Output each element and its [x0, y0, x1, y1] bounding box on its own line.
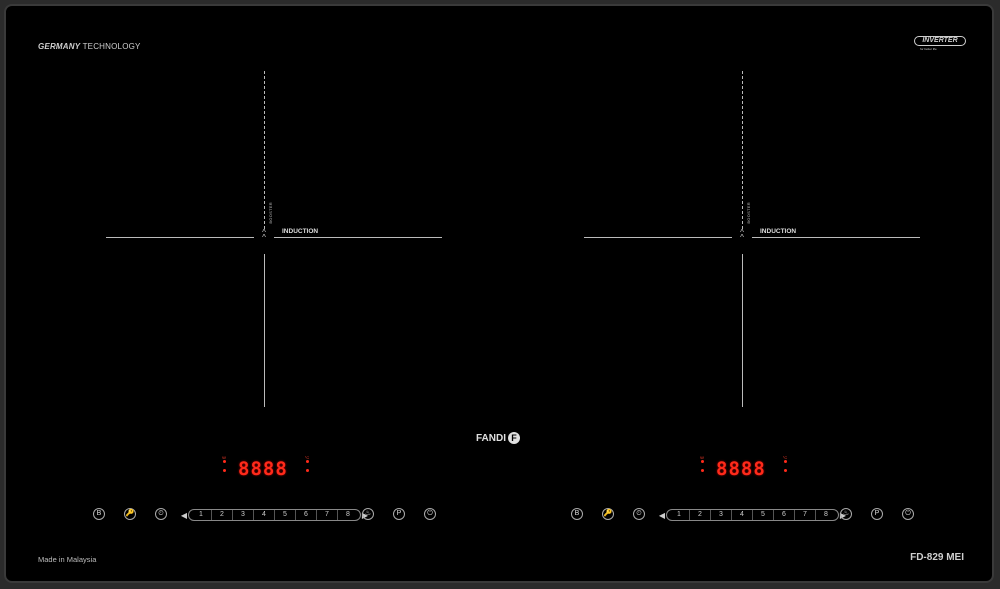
- level-1[interactable]: 1: [669, 510, 690, 520]
- level-3[interactable]: 3: [233, 510, 254, 520]
- level-8[interactable]: 8: [338, 510, 358, 520]
- lock-icon[interactable]: 🔑: [124, 508, 136, 520]
- chevron-up-icon: ^ ^: [740, 228, 744, 242]
- cooking-zone-left: BOOSTER ^ ^ INDUCTION W 8888 °C B 🔑 ⏲ ◀ 1…: [6, 6, 486, 585]
- temp-indicator: °C: [303, 455, 311, 472]
- level-7[interactable]: 7: [795, 510, 816, 520]
- level-2[interactable]: 2: [690, 510, 711, 520]
- level-7[interactable]: 7: [317, 510, 338, 520]
- level-track[interactable]: 1 2 3 4 5 6 7 8: [188, 509, 361, 521]
- zone-guide-line: [742, 254, 743, 407]
- zone-guide-line: [106, 237, 254, 238]
- timer-icon[interactable]: ⏲: [155, 508, 167, 520]
- booster-button[interactable]: B: [571, 508, 583, 520]
- level-5[interactable]: 5: [275, 510, 296, 520]
- booster-label: BOOSTER: [268, 202, 273, 224]
- booster-label: BOOSTER: [746, 202, 751, 224]
- power-icon[interactable]: ⏻: [902, 508, 914, 520]
- power-slider[interactable]: ◀ 1 2 3 4 5 6 7 8 ▶: [180, 509, 369, 521]
- level-track[interactable]: 1 2 3 4 5 6 7 8: [666, 509, 839, 521]
- power-slider[interactable]: ◀ 1 2 3 4 5 6 7 8 ▶: [658, 509, 847, 521]
- zone-guide-line: [264, 254, 265, 407]
- decrease-arrow-icon[interactable]: ◀: [658, 511, 666, 520]
- level-1[interactable]: 1: [191, 510, 212, 520]
- level-6[interactable]: 6: [774, 510, 795, 520]
- level-5[interactable]: 5: [753, 510, 774, 520]
- power-icon[interactable]: ⏻: [424, 508, 436, 520]
- power-display: 8888: [716, 458, 766, 480]
- zone-guide-line: [752, 237, 920, 238]
- zone-guide-line: [274, 237, 442, 238]
- pause-button[interactable]: P: [393, 508, 405, 520]
- cooktop-surface: GERMANY TECHNOLOGY INVERTER for better l…: [4, 4, 994, 583]
- induction-label: INDUCTION: [282, 228, 319, 235]
- power-display: 8888: [238, 458, 288, 480]
- zone-guide-line: [264, 71, 265, 229]
- level-8[interactable]: 8: [816, 510, 836, 520]
- zone-guide-line: [742, 71, 743, 229]
- cooking-zone-right: BOOSTER ^ ^ INDUCTION W 8888 °C B 🔑 ⏲ ◀ 1…: [484, 6, 964, 585]
- level-4[interactable]: 4: [254, 510, 275, 520]
- watt-indicator: W: [220, 455, 228, 472]
- level-4[interactable]: 4: [732, 510, 753, 520]
- booster-button[interactable]: B: [93, 508, 105, 520]
- induction-label: INDUCTION: [760, 228, 797, 235]
- level-3[interactable]: 3: [711, 510, 732, 520]
- pause-button[interactable]: P: [871, 508, 883, 520]
- decrease-arrow-icon[interactable]: ◀: [180, 511, 188, 520]
- level-6[interactable]: 6: [296, 510, 317, 520]
- timer-icon[interactable]: ⏲: [633, 508, 645, 520]
- watt-indicator: W: [698, 455, 706, 472]
- chevron-up-icon: ^ ^: [262, 228, 266, 242]
- keep-warm-icon[interactable]: ♨: [840, 508, 852, 520]
- level-2[interactable]: 2: [212, 510, 233, 520]
- keep-warm-icon[interactable]: ♨: [362, 508, 374, 520]
- lock-icon[interactable]: 🔑: [602, 508, 614, 520]
- zone-guide-line: [584, 237, 732, 238]
- temp-indicator: °C: [781, 455, 789, 472]
